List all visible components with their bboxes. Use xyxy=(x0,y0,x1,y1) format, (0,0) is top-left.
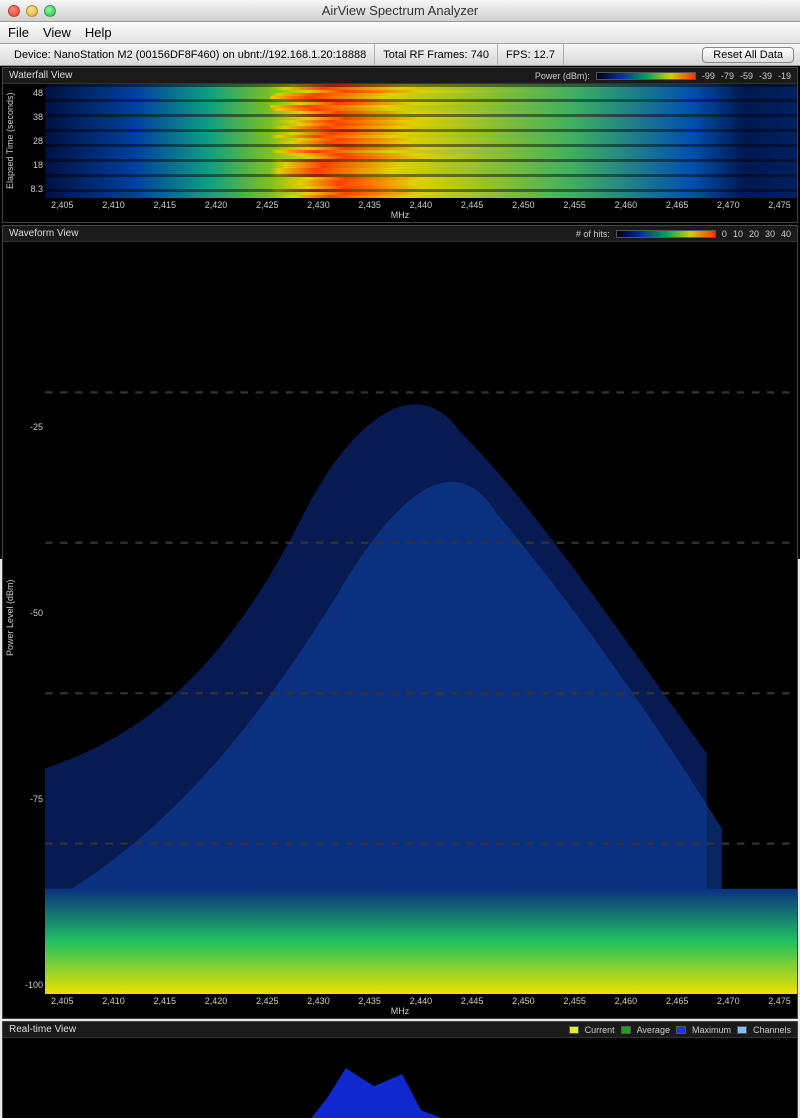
menu-help[interactable]: Help xyxy=(85,25,112,40)
xtick: 2,470 xyxy=(717,200,740,210)
status-device-value: NanoStation M2 (00156DF8F460) on ubnt://… xyxy=(54,49,367,61)
waveform-ylabel: Power Level (dBm) xyxy=(3,242,17,994)
status-frames-value: 740 xyxy=(471,49,489,61)
window-titlebar: AirView Spectrum Analyzer xyxy=(0,0,800,22)
xtick: 2,455 xyxy=(563,200,586,210)
waterfall-ylabel: Elapsed Time (seconds) xyxy=(3,84,17,198)
power-label: Power (dBm): xyxy=(535,71,590,81)
xtick: 2,405 xyxy=(51,200,74,210)
waterfall-title: Waterfall View xyxy=(9,70,72,81)
waveform-yaxis: -25 -50 -75 -100 xyxy=(17,242,45,994)
ht2: 20 xyxy=(749,229,759,239)
xtick: 2,445 xyxy=(461,996,484,1006)
xtick: 2,465 xyxy=(666,200,689,210)
waterfall-yaxis: 48 38 28 18 8.3 xyxy=(17,84,45,198)
xtick: 2,425 xyxy=(256,996,279,1006)
window-title: AirView Spectrum Analyzer xyxy=(0,3,800,18)
lg-channels: Channels xyxy=(753,1025,791,1035)
xtick: 2,470 xyxy=(717,996,740,1006)
status-fps-value: 12.7 xyxy=(534,49,555,61)
status-fps-label: FPS: xyxy=(506,49,530,61)
power-colorbar xyxy=(596,72,696,80)
xtick: 2,430 xyxy=(307,200,330,210)
xtick: 2,475 xyxy=(768,996,791,1006)
waterfall-xlabel: MHz xyxy=(3,210,797,222)
xtick: 2,430 xyxy=(307,996,330,1006)
xtick: 2,425 xyxy=(256,200,279,210)
ht1: 10 xyxy=(733,229,743,239)
xtick: 2,465 xyxy=(666,996,689,1006)
pt2: -59 xyxy=(740,71,753,81)
xtick: 2,410 xyxy=(102,200,125,210)
realtime-legend: Current Average Maximum Channels xyxy=(569,1025,791,1035)
panels-area: Waterfall View Power (dBm): -99 -79 -59 … xyxy=(0,66,800,559)
status-device-label: Device: xyxy=(14,49,51,61)
pt1: -79 xyxy=(721,71,734,81)
reset-button[interactable]: Reset All Data xyxy=(702,47,794,63)
realtime-title: Real-time View xyxy=(9,1024,76,1035)
xtick: 2,440 xyxy=(410,200,433,210)
vy0: -25 xyxy=(19,422,43,432)
status-frames-label: Total RF Frames: xyxy=(383,49,467,61)
panel-realtime: Real-time View Current Average Maximum C… xyxy=(2,1021,798,1118)
panel-waveform: Waveform View # of hits: 0 10 20 30 40 P… xyxy=(2,225,798,1019)
pt4: -19 xyxy=(778,71,791,81)
wy3: 18 xyxy=(19,160,43,170)
lg-average: Average xyxy=(637,1025,670,1035)
wy1: 38 xyxy=(19,112,43,122)
wy0: 48 xyxy=(19,88,43,98)
ht3: 30 xyxy=(765,229,775,239)
vy3: -100 xyxy=(19,980,43,990)
hits-colorbar xyxy=(616,230,716,238)
xtick: 2,415 xyxy=(153,996,176,1006)
wy4: 8.3 xyxy=(19,184,43,194)
pt0: -99 xyxy=(702,71,715,81)
waveform-title: Waveform View xyxy=(9,228,78,239)
xtick: 2,450 xyxy=(512,200,535,210)
menu-file[interactable]: File xyxy=(8,25,29,40)
xtick: 2,420 xyxy=(205,996,228,1006)
xtick: 2,455 xyxy=(563,996,586,1006)
vy2: -75 xyxy=(19,794,43,804)
status-fps: FPS: 12.7 xyxy=(498,44,564,65)
realtime-plot xyxy=(45,1038,797,1118)
ht0: 0 xyxy=(722,229,727,239)
xtick: 2,475 xyxy=(768,200,791,210)
waveform-legend: # of hits: 0 10 20 30 40 xyxy=(576,229,791,239)
menu-bar: File View Help xyxy=(0,22,800,44)
waveform-xaxis: 2,405 2,410 2,415 2,420 2,425 2,430 2,435 2,440… xyxy=(3,994,797,1006)
status-frames: Total RF Frames: 740 xyxy=(375,44,498,65)
waveform-plot xyxy=(45,242,797,994)
xtick: 2,435 xyxy=(358,996,381,1006)
xtick: 2,445 xyxy=(461,200,484,210)
xtick: 2,440 xyxy=(410,996,433,1006)
menu-view[interactable]: View xyxy=(43,25,71,40)
lg-maximum: Maximum xyxy=(692,1025,731,1035)
xtick: 2,420 xyxy=(205,200,228,210)
xtick: 2,410 xyxy=(102,996,125,1006)
waveform-xlabel: MHz xyxy=(3,1006,797,1018)
xtick: 2,460 xyxy=(615,200,638,210)
status-device: Device: NanoStation M2 (00156DF8F460) on… xyxy=(6,44,375,65)
waterfall-xaxis: 2,405 2,410 2,415 2,420 2,425 2,430 2,435 2,440… xyxy=(3,198,797,210)
vy1: -50 xyxy=(19,608,43,618)
panel-waterfall: Waterfall View Power (dBm): -99 -79 -59 … xyxy=(2,67,798,223)
lg-current: Current xyxy=(585,1025,615,1035)
hits-label: # of hits: xyxy=(576,229,610,239)
realtime-yaxis: -25 -50 -75 -100 -125 xyxy=(17,1038,45,1118)
xtick: 2,405 xyxy=(51,996,74,1006)
waterfall-plot xyxy=(45,84,797,198)
realtime-ylabel: Power Level (dBm) xyxy=(3,1038,17,1118)
status-bar: Device: NanoStation M2 (00156DF8F460) on… xyxy=(0,44,800,66)
xtick: 2,435 xyxy=(358,200,381,210)
waterfall-legend: Power (dBm): -99 -79 -59 -39 -19 xyxy=(535,71,791,81)
pt3: -39 xyxy=(759,71,772,81)
xtick: 2,460 xyxy=(615,996,638,1006)
ht4: 40 xyxy=(781,229,791,239)
xtick: 2,450 xyxy=(512,996,535,1006)
wy2: 28 xyxy=(19,136,43,146)
xtick: 2,415 xyxy=(153,200,176,210)
